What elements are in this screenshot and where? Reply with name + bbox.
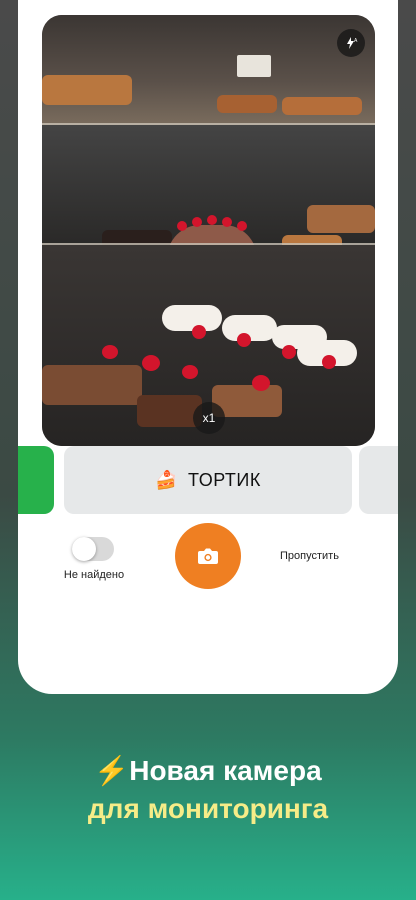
- zoom-label: x1: [202, 411, 216, 425]
- raspberry: [192, 217, 202, 227]
- camera-viewfinder[interactable]: A x1: [42, 15, 375, 446]
- flash-auto-icon: A: [347, 37, 358, 49]
- raspberry: [102, 345, 118, 359]
- category-label: ТОРТИК: [188, 469, 261, 490]
- photo-shelf-top: [42, 15, 375, 125]
- cake-emoji-icon: 🍰: [155, 469, 179, 490]
- photo-shelf-middle: [42, 125, 375, 285]
- promo-line-2: для мониторинга: [87, 793, 329, 824]
- raspberry: [142, 355, 160, 371]
- promo-headline: ⚡Новая камера для мониторинга: [0, 752, 416, 828]
- camera-icon: [198, 548, 218, 564]
- category-chip-current[interactable]: 🍰 ТОРТИК: [64, 446, 352, 514]
- shutter-button[interactable]: [175, 523, 241, 589]
- category-chip-next[interactable]: [359, 446, 398, 514]
- raspberry: [252, 375, 270, 391]
- not-found-toggle[interactable]: [72, 537, 114, 561]
- phone-frame: A x1 🍰 ТОРТИК Не найдено Пропустить: [18, 0, 398, 694]
- raspberry: [282, 345, 296, 359]
- lightning-icon: ⚡: [94, 755, 130, 786]
- pastry-tart: [42, 75, 132, 105]
- toggle-knob: [72, 537, 96, 561]
- price-tag: [237, 55, 271, 77]
- zoom-button[interactable]: x1: [193, 402, 225, 434]
- flash-auto-button[interactable]: A: [337, 29, 365, 57]
- raspberry: [192, 325, 206, 339]
- category-chip-previous[interactable]: [18, 446, 54, 514]
- pastry-tart: [217, 95, 277, 113]
- raspberry: [177, 221, 187, 231]
- promo-line-1-text: Новая камера: [129, 755, 322, 786]
- pastry-tart: [282, 97, 362, 115]
- not-found-label: Не найдено: [63, 569, 125, 581]
- raspberry: [322, 355, 336, 369]
- pastry-cake-slices: [137, 395, 202, 427]
- plate: [162, 305, 222, 331]
- raspberry: [182, 365, 198, 379]
- svg-text:A: A: [354, 38, 358, 44]
- skip-button[interactable]: Пропустить: [280, 550, 339, 562]
- raspberry: [222, 217, 232, 227]
- pastry-cake-slices: [42, 365, 142, 405]
- raspberry: [237, 333, 251, 347]
- raspberry: [237, 221, 247, 231]
- raspberry: [207, 215, 217, 225]
- promo-line-1: ⚡Новая камера: [0, 752, 416, 790]
- pastry-tart: [307, 205, 375, 233]
